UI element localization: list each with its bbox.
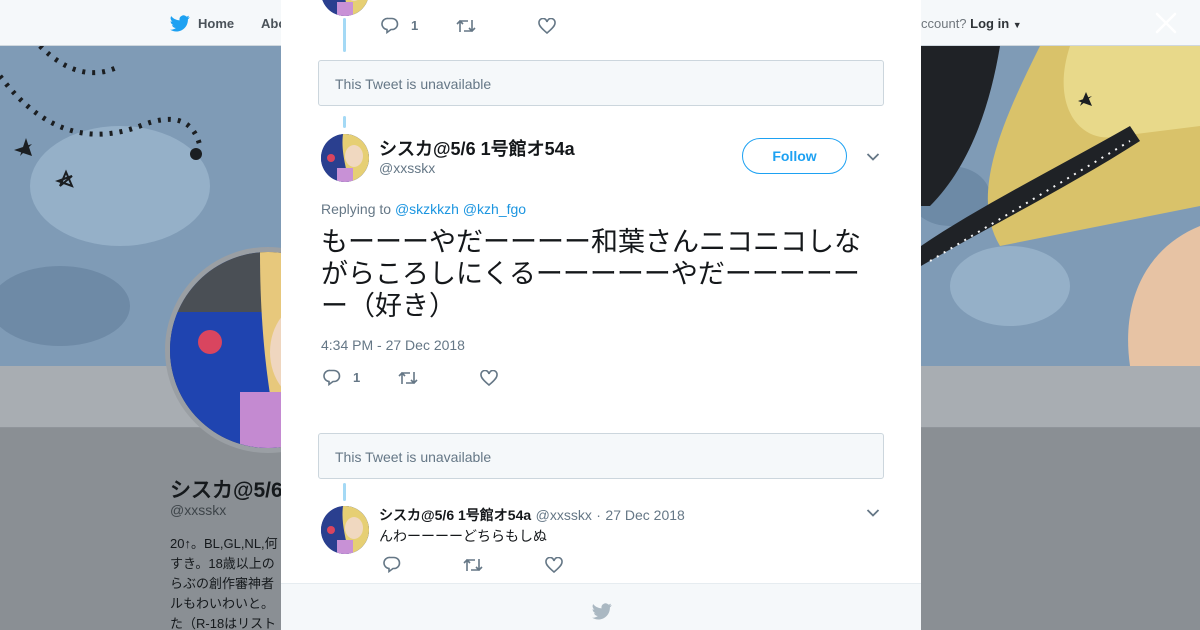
replying-to: Replying to @skzkkzh @kzh_fgo bbox=[321, 201, 526, 217]
main-tweet-timestamp[interactable]: 4:34 PM - 27 Dec 2018 bbox=[321, 337, 465, 353]
like-icon bbox=[480, 369, 499, 386]
like-icon bbox=[538, 17, 557, 34]
reply-icon bbox=[323, 369, 341, 386]
reply-tweet-text: んわーーーーどちらもしぬ bbox=[379, 528, 547, 544]
reply-icon bbox=[381, 17, 399, 34]
close-icon[interactable] bbox=[1152, 11, 1180, 39]
tweet-permalink-modal: 1 This Tweet is unavailable シスカ@5/6 1号館オ… bbox=[281, 0, 921, 630]
nav-account: ccount? Log in ▼ bbox=[921, 16, 1022, 31]
reply-date[interactable]: 27 Dec 2018 bbox=[605, 507, 684, 523]
reply-separator: · bbox=[596, 507, 601, 523]
reply-button[interactable]: 1 bbox=[323, 369, 360, 386]
like-button[interactable] bbox=[480, 369, 499, 386]
chevron-down-icon[interactable] bbox=[866, 508, 880, 518]
reply-button[interactable]: 1 bbox=[381, 17, 418, 34]
profile-name: シスカ@5/6 bbox=[170, 479, 283, 502]
like-icon bbox=[545, 556, 563, 573]
main-tweet-text: もーーーやだーーーー和葉さんニコニコしながらころしにくるーーーーーやだーーーーー… bbox=[321, 227, 861, 321]
thread-line bbox=[343, 18, 346, 52]
retweet-button[interactable] bbox=[456, 18, 476, 34]
nav-home[interactable]: Home bbox=[170, 15, 234, 32]
prev-tweet-actions: 1 bbox=[381, 17, 594, 34]
reply-tweet-header: シスカ@5/6 1号館オ54a @xxsskx · 27 Dec 2018 bbox=[379, 505, 685, 525]
retweet-icon bbox=[398, 371, 418, 384]
main-tweet-avatar[interactable] bbox=[321, 134, 369, 182]
prev-tweet-avatar[interactable] bbox=[321, 0, 369, 16]
chevron-down-icon[interactable] bbox=[866, 152, 880, 162]
reply-count: 1 bbox=[411, 18, 419, 33]
main-tweet-actions: 1 bbox=[323, 369, 536, 386]
chevron-down-icon: ▼ bbox=[1012, 20, 1022, 30]
twitter-bird-icon bbox=[170, 15, 190, 32]
unavailable-tweet-notice: This Tweet is unavailable bbox=[318, 433, 884, 479]
nav-home-label: Home bbox=[198, 16, 235, 31]
unavailable-tweet-notice: This Tweet is unavailable bbox=[318, 60, 884, 106]
follow-button[interactable]: Follow bbox=[742, 138, 847, 174]
main-tweet-handle[interactable]: @xxsskx bbox=[379, 160, 435, 176]
modal-footer bbox=[281, 583, 921, 630]
reply-icon bbox=[383, 556, 401, 573]
reply-handle[interactable]: @xxsskx bbox=[536, 507, 592, 523]
like-button[interactable] bbox=[538, 17, 557, 34]
retweet-icon bbox=[463, 558, 483, 571]
twitter-bird-icon bbox=[592, 603, 612, 620]
retweet-button[interactable] bbox=[463, 557, 483, 573]
profile-bio: 20↑。BL,GL,NL,何 すき。18歳以上の らぶの創作審神者 ルもわいわい… bbox=[170, 536, 278, 630]
replying-prefix: Replying to bbox=[321, 201, 392, 217]
retweet-icon bbox=[456, 19, 476, 32]
account-prompt: ccount? bbox=[921, 16, 967, 31]
thread-line bbox=[343, 116, 346, 128]
reply-tweet-actions bbox=[383, 556, 601, 573]
like-button[interactable] bbox=[545, 556, 563, 573]
replying-to-link[interactable]: @kzh_fgo bbox=[463, 201, 526, 217]
retweet-button[interactable] bbox=[398, 370, 418, 386]
replying-to-link[interactable]: @skzkkzh bbox=[395, 201, 459, 217]
reply-button[interactable] bbox=[383, 556, 401, 573]
profile-handle: @xxsskx bbox=[170, 502, 227, 518]
reply-tweet-avatar[interactable] bbox=[321, 506, 369, 554]
login-link[interactable]: Log in bbox=[970, 16, 1009, 31]
reply-count: 1 bbox=[353, 370, 361, 385]
reply-display-name[interactable]: シスカ@5/6 1号館オ54a bbox=[379, 507, 531, 523]
main-tweet-display-name[interactable]: シスカ@5/6 1号館オ54a bbox=[379, 135, 575, 161]
thread-line bbox=[343, 483, 346, 501]
